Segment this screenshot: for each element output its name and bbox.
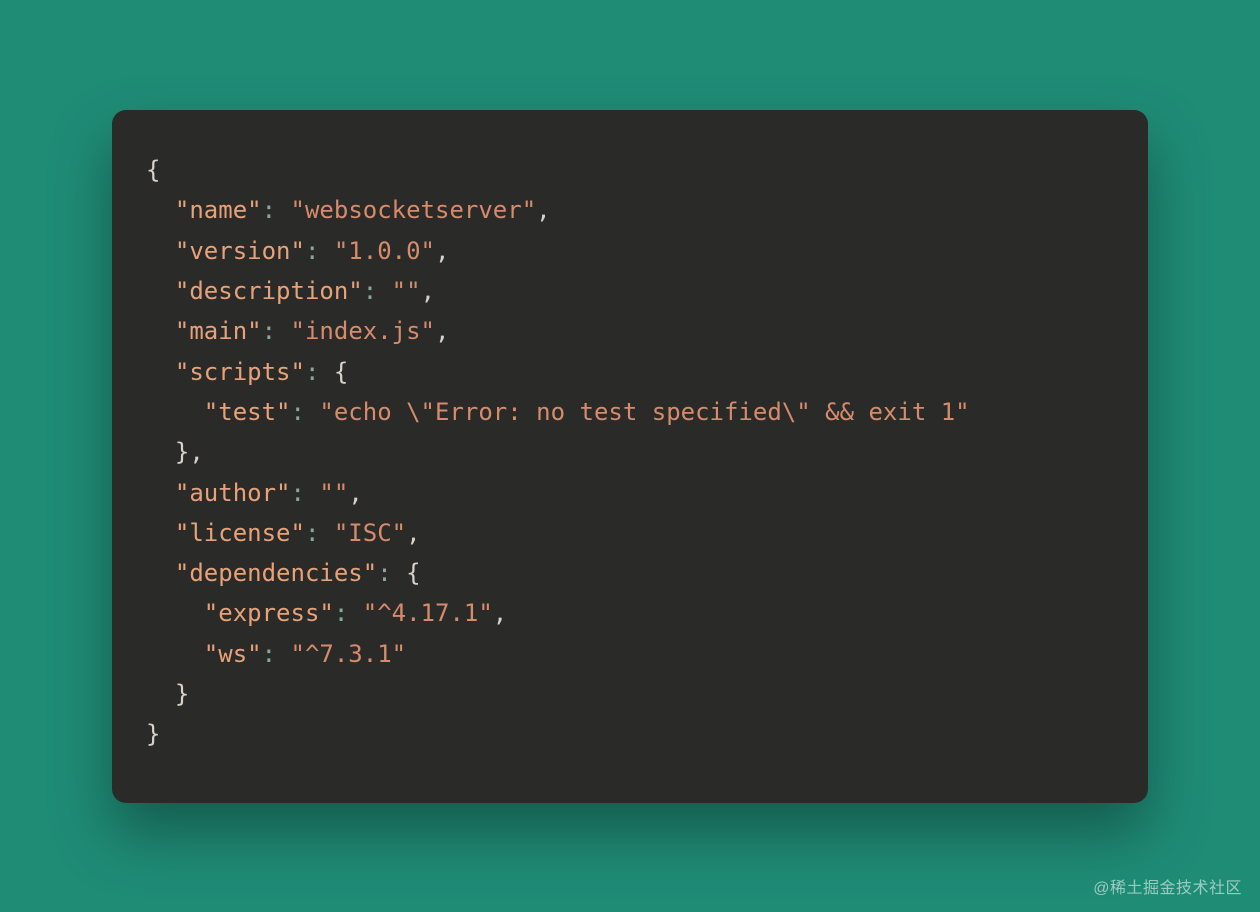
code-line: "main": "index.js", [146,317,449,345]
code-line: "version": "1.0.0", [146,237,449,265]
code-token: "" [392,277,421,305]
code-token: , [421,277,435,305]
code-token [305,398,319,426]
code-token: } [175,680,189,708]
code-token: : [305,358,319,386]
code-token: } [175,438,189,466]
code-token: , [189,438,203,466]
code-token: , [348,479,362,507]
code-token: "main" [175,317,262,345]
code-line: "license": "ISC", [146,519,421,547]
code-line: "author": "", [146,479,363,507]
code-token: "name" [175,196,262,224]
code-token: "license" [175,519,305,547]
code-token: "1.0.0" [334,237,435,265]
code-token [305,479,319,507]
code-token [319,519,333,547]
code-token: { [334,358,348,386]
code-token: : [291,398,305,426]
code-token: "websocketserver" [291,196,537,224]
code-token: , [406,519,420,547]
code-token [377,277,391,305]
code-token: "ISC" [334,519,406,547]
code-line: "description": "", [146,277,435,305]
code-token: "author" [175,479,291,507]
code-token: "version" [175,237,305,265]
code-token: : [262,196,276,224]
code-token: } [146,720,160,748]
code-token: "express" [204,599,334,627]
code-line: "express": "^4.17.1", [146,599,507,627]
code-token: "^4.17.1" [363,599,493,627]
code-token: "description" [175,277,363,305]
code-line: "test": "echo \"Error: no test specified… [146,398,970,426]
code-token: : [291,479,305,507]
code-token [392,559,406,587]
code-token: "scripts" [175,358,305,386]
code-token: , [435,237,449,265]
code-line: "name": "websocketserver", [146,196,551,224]
code-token [319,358,333,386]
code-token: "dependencies" [175,559,377,587]
code-token: : [334,599,348,627]
code-token: "index.js" [291,317,436,345]
code-token: : [262,640,276,668]
code-token [276,317,290,345]
code-line: "scripts": { [146,358,348,386]
code-token: : [363,277,377,305]
code-line: }, [146,438,204,466]
code-token: "echo \"Error: no test specified\" && ex… [319,398,969,426]
code-line: } [146,720,160,748]
code-token: { [406,559,420,587]
code-token: , [493,599,507,627]
code-card: { "name": "websocketserver", "version": … [112,110,1148,803]
code-line: { [146,156,160,184]
code-token: : [377,559,391,587]
code-token: { [146,156,160,184]
code-token: , [536,196,550,224]
code-token: : [305,519,319,547]
code-token: : [305,237,319,265]
code-token: "^7.3.1" [291,640,407,668]
code-line: "dependencies": { [146,559,421,587]
code-token [319,237,333,265]
code-token: : [262,317,276,345]
code-line: "ws": "^7.3.1" [146,640,406,668]
code-token: "ws" [204,640,262,668]
code-line: } [146,680,189,708]
watermark-text: @稀土掘金技术社区 [1093,874,1242,898]
code-token: , [435,317,449,345]
code-token [276,196,290,224]
code-token: "" [319,479,348,507]
code-token [348,599,362,627]
code-token [276,640,290,668]
code-block: { "name": "websocketserver", "version": … [146,150,1114,755]
code-token: "test" [204,398,291,426]
